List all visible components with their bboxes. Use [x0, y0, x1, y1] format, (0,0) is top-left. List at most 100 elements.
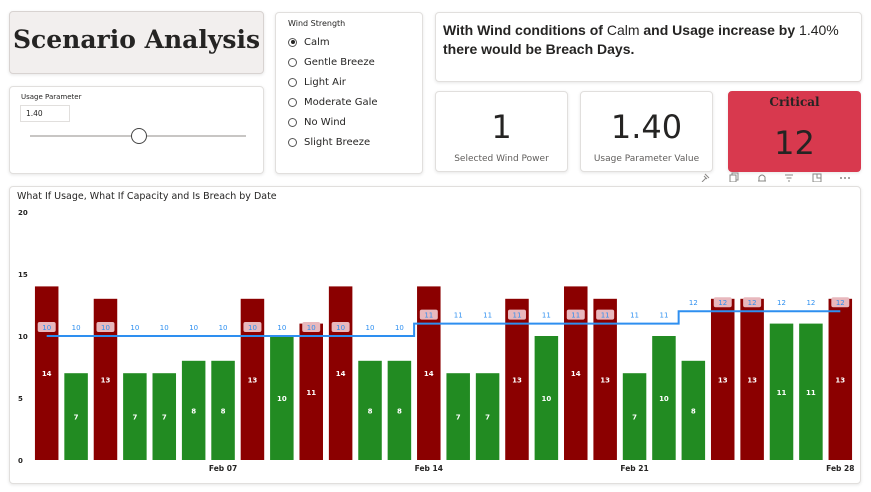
- filter-icon[interactable]: [785, 174, 793, 182]
- wind-option-label: Slight Breeze: [304, 136, 371, 148]
- capacity-data-label: 10: [160, 324, 169, 332]
- usage-data-label: 8: [368, 407, 373, 415]
- summary-text-card: With Wind conditions of Calm and Usage i…: [435, 12, 862, 82]
- capacity-data-label: 10: [336, 324, 345, 332]
- usage-data-label: 8: [221, 407, 226, 415]
- capacity-data-label: 10: [219, 324, 228, 332]
- usage-data-label: 14: [571, 370, 581, 378]
- more-icon[interactable]: [840, 177, 850, 179]
- breach-chart-card: What If Usage, What If Capacity and Is B…: [9, 186, 861, 484]
- wind-option-slight-breeze[interactable]: Slight Breeze: [288, 135, 370, 149]
- usage-data-label: 10: [277, 395, 287, 403]
- selected-wind-power-value: 1: [491, 108, 512, 146]
- wind-option-label: Calm: [304, 36, 330, 48]
- capacity-data-label: 11: [571, 312, 580, 320]
- copy-icon[interactable]: [729, 172, 739, 182]
- wind-option-gentle-breeze[interactable]: Gentle Breeze: [288, 55, 375, 69]
- summary-part2: and Usage increase by: [639, 22, 800, 38]
- usage-data-label: 8: [691, 407, 696, 415]
- radio-selected-icon[interactable]: [288, 37, 297, 47]
- usage-data-label: 13: [835, 376, 845, 384]
- usage-data-label: 13: [718, 376, 728, 384]
- capacity-data-label: 10: [277, 324, 286, 332]
- radio-icon[interactable]: [288, 137, 297, 147]
- bell-icon[interactable]: [758, 174, 766, 182]
- usage-slider-thumb[interactable]: [131, 128, 147, 144]
- usage-data-label: 13: [101, 376, 111, 384]
- usage-data-label: 10: [659, 395, 669, 403]
- summary-wind-value: Calm: [606, 22, 640, 38]
- selected-wind-power-caption: Selected Wind Power: [454, 154, 549, 164]
- radio-icon[interactable]: [288, 57, 297, 67]
- capacity-data-label: 12: [689, 299, 698, 307]
- wind-strength-header: Wind Strength: [288, 19, 346, 28]
- usage-parameter-slicer: Usage Parameter 1.40: [9, 86, 264, 174]
- x-tick-label: Feb 28: [826, 464, 854, 473]
- wind-option-light-air[interactable]: Light Air: [288, 75, 346, 89]
- x-tick-label: Feb 14: [415, 464, 443, 473]
- capacity-data-label: 10: [366, 324, 375, 332]
- wind-option-no-wind[interactable]: No Wind: [288, 115, 346, 129]
- wind-option-label: No Wind: [304, 116, 346, 128]
- capacity-data-label: 10: [189, 324, 198, 332]
- capacity-data-label: 12: [748, 299, 757, 307]
- radio-icon[interactable]: [288, 77, 297, 87]
- y-tick-label: 15: [18, 271, 28, 279]
- radio-icon[interactable]: [288, 97, 297, 107]
- capacity-data-label: 11: [659, 312, 668, 320]
- usage-data-label: 7: [632, 414, 637, 422]
- y-tick-label: 0: [18, 457, 23, 465]
- usage-data-label: 11: [806, 389, 816, 397]
- usage-data-label: 13: [248, 376, 258, 384]
- capacity-data-label: 11: [454, 312, 463, 320]
- title-card: Scenario Analysis: [9, 11, 264, 74]
- capacity-data-label: 11: [542, 312, 551, 320]
- usage-data-label: 10: [542, 395, 552, 403]
- focus-icon[interactable]: [812, 173, 822, 182]
- critical-title: Critical: [769, 95, 820, 109]
- wind-option-moderate-gale[interactable]: Moderate Gale: [288, 95, 378, 109]
- critical-card: Critical 12: [728, 91, 861, 172]
- breach-chart: 0 5 10 15 20 14 7 13 7 7 8 8 13 10 11 14 8 8 14 7 7 13 10 14 13 7…: [18, 209, 854, 473]
- capacity-data-label: 11: [630, 312, 639, 320]
- usage-data-label: 7: [456, 414, 461, 422]
- capacity-data-label: 12: [836, 299, 845, 307]
- y-tick-label: 10: [18, 333, 28, 341]
- summary-part3: there would be Breach Days.: [443, 41, 635, 57]
- usage-data-label: 7: [132, 414, 137, 422]
- usage-parameter-value: 1.40: [610, 108, 683, 146]
- capacity-data-label: 10: [42, 324, 51, 332]
- usage-data-label: 13: [512, 376, 522, 384]
- capacity-data-label: 12: [777, 299, 786, 307]
- usage-data-label: 7: [162, 414, 167, 422]
- capacity-data-label: 11: [601, 312, 610, 320]
- summary-text: With Wind conditions of Calm and Usage i…: [443, 21, 853, 59]
- usage-data-label: 14: [336, 370, 346, 378]
- wind-option-label: Light Air: [304, 76, 346, 88]
- usage-data-label: 13: [747, 376, 757, 384]
- wind-option-label: Gentle Breeze: [304, 56, 375, 68]
- capacity-data-label: 10: [248, 324, 257, 332]
- radio-icon[interactable]: [288, 117, 297, 127]
- usage-data-label: 14: [42, 370, 52, 378]
- usage-data-label: 13: [600, 376, 610, 384]
- usage-parameter-input[interactable]: 1.40: [20, 105, 70, 122]
- wind-option-calm[interactable]: Calm: [288, 35, 330, 49]
- capacity-data-label: 10: [395, 324, 404, 332]
- visual-header-toolbar: [701, 172, 850, 182]
- capacity-data-label: 11: [483, 312, 492, 320]
- page-title: Scenario Analysis: [12, 25, 261, 54]
- selected-wind-power-card: 1 Selected Wind Power: [435, 91, 568, 172]
- capacity-data-label: 10: [307, 324, 316, 332]
- capacity-data-label: 12: [806, 299, 815, 307]
- wind-option-label: Moderate Gale: [304, 96, 378, 108]
- usage-data-label: 11: [306, 389, 316, 397]
- capacity-data-label: 10: [130, 324, 139, 332]
- critical-value: 12: [774, 124, 815, 162]
- pin-icon[interactable]: [701, 173, 710, 182]
- usage-parameter-value-caption: Usage Parameter Value: [593, 154, 700, 164]
- usage-data-label: 8: [191, 407, 196, 415]
- y-tick-label: 5: [18, 395, 23, 403]
- capacity-data-label: 10: [72, 324, 81, 332]
- summary-part1: With Wind conditions of: [443, 22, 607, 38]
